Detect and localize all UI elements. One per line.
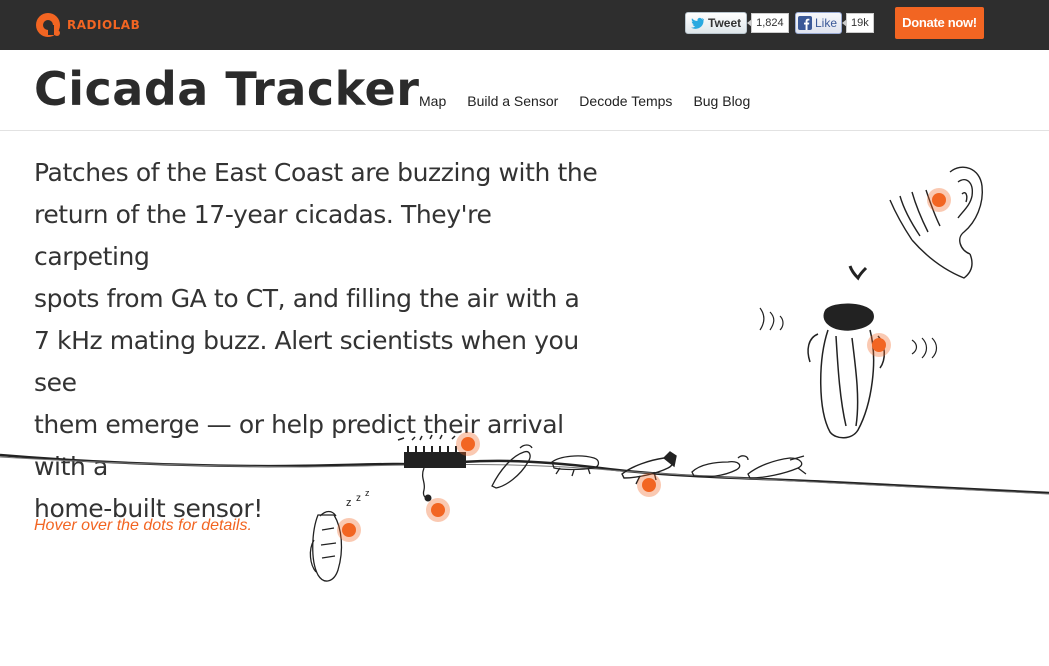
hover-hint: Hover over the dots for details. [34, 517, 252, 534]
tweet-label: Tweet [708, 16, 742, 30]
sensor-drawing [397, 434, 466, 502]
page-title: Cicada Tracker [34, 62, 420, 116]
svg-text:z: z [356, 493, 361, 504]
hotspot-dot-buzzing[interactable] [867, 333, 891, 357]
facebook-f-icon [798, 16, 812, 30]
nav-map[interactable]: Map [419, 93, 446, 109]
hand-and-ear-drawing [889, 166, 983, 279]
site-header: Cicada Tracker Map Build a Sensor Decode… [0, 50, 1049, 131]
nav-decode-temps[interactable]: Decode Temps [579, 93, 672, 109]
twitter-bird-icon [691, 17, 704, 29]
hotspot-dot-sensor[interactable] [456, 432, 480, 456]
like-button[interactable]: Like [795, 12, 843, 34]
svg-text:z: z [365, 488, 370, 498]
nav-build-a-sensor[interactable]: Build a Sensor [467, 93, 558, 109]
radiolab-logo-text: RADIOLAB [67, 18, 141, 32]
hotspot-dot-sensor-probe[interactable] [426, 498, 450, 522]
ground-line [0, 453, 1049, 495]
tweet-count: 1,824 [747, 13, 789, 33]
radiolab-logo-icon [36, 13, 60, 37]
hotspot-dot-sleeping[interactable] [337, 518, 361, 542]
tweet-widget: Tweet 1,824 [685, 12, 789, 34]
donate-button[interactable]: Donate now! [895, 7, 984, 39]
nav-bug-blog[interactable]: Bug Blog [693, 93, 750, 109]
like-count: 19k [842, 13, 874, 33]
like-widget: Like 19k [795, 12, 874, 34]
tweet-button[interactable]: Tweet [685, 12, 748, 34]
main-nav: Map Build a Sensor Decode Temps Bug Blog [419, 93, 771, 109]
adult-cicada-drawings [691, 455, 807, 479]
hotspot-dot-emerging[interactable] [637, 473, 661, 497]
radiolab-logo[interactable]: RADIOLAB [34, 10, 140, 40]
hotspot-dot-listening[interactable] [927, 188, 951, 212]
big-cicada-drawing [759, 265, 938, 439]
svg-text:z: z [346, 497, 352, 509]
like-label: Like [815, 16, 838, 30]
top-bar: RADIOLAB Tweet 1,824 Like 19k Donate now… [0, 0, 1049, 50]
